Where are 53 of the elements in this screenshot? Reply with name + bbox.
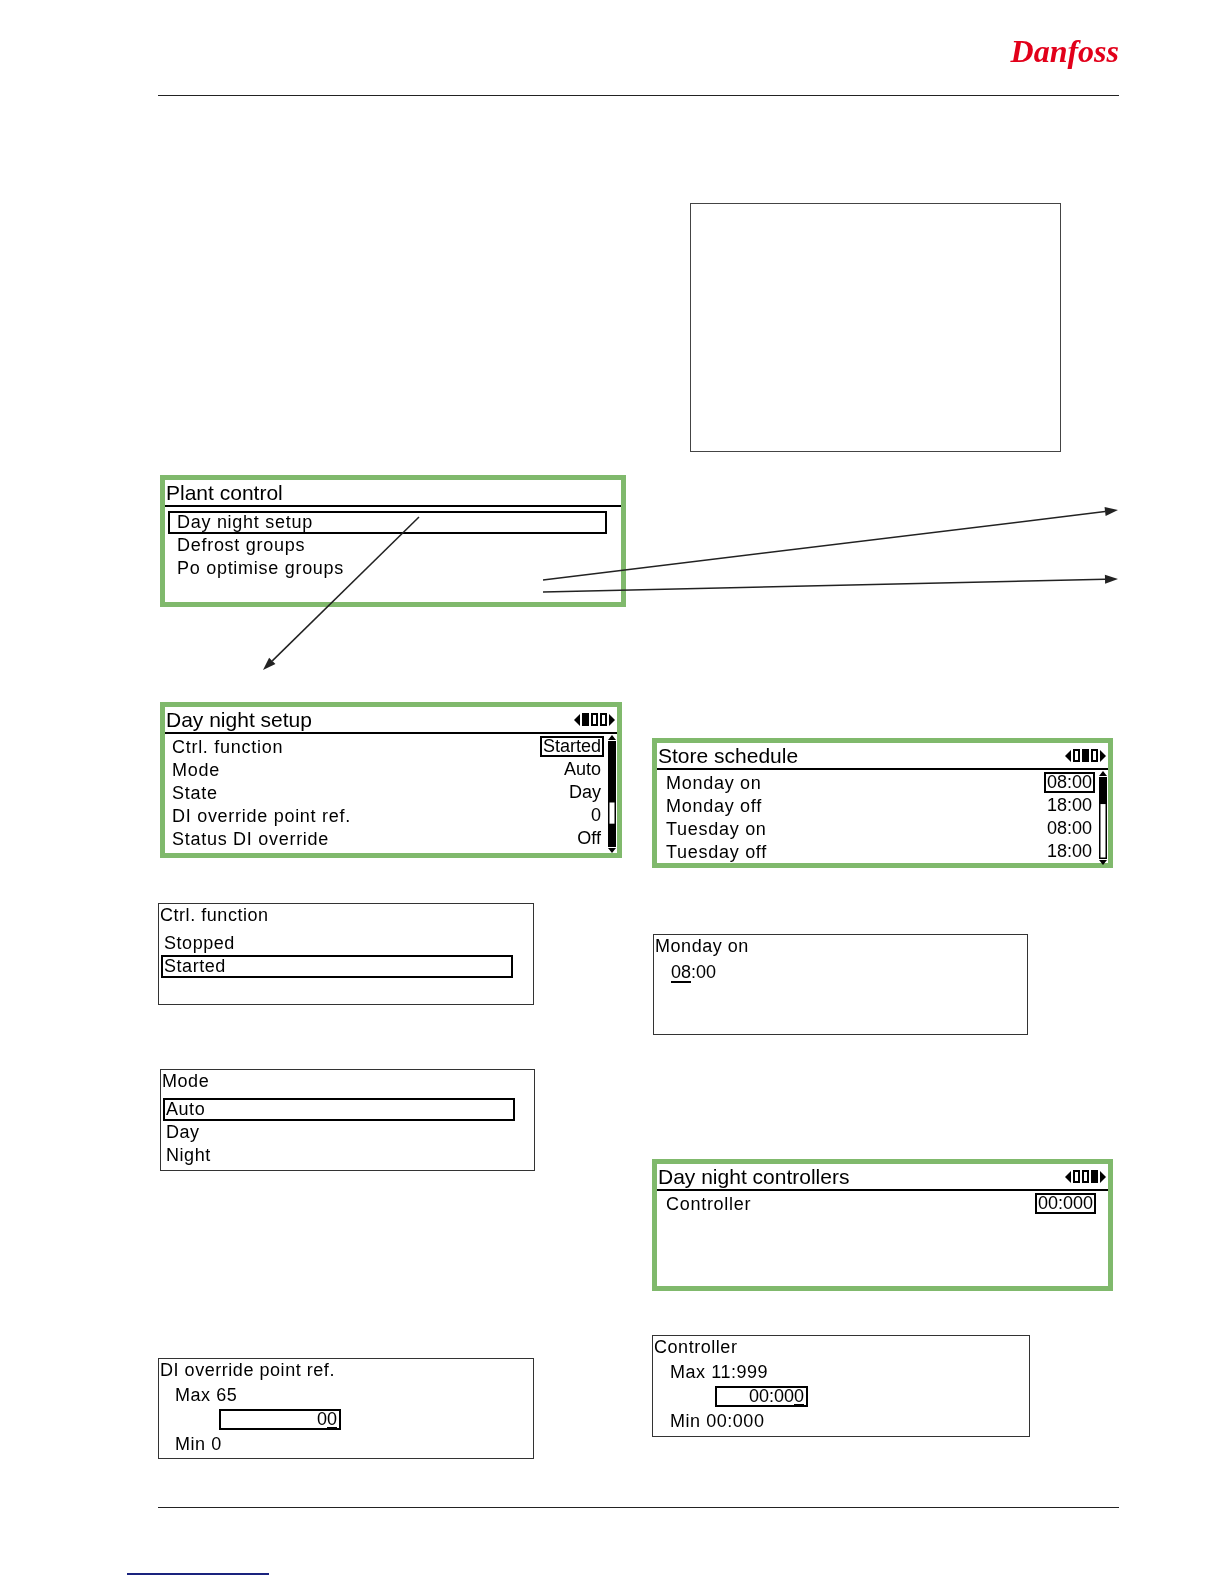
- screen-title: Plant control: [166, 480, 283, 505]
- row-label: Monday off: [666, 795, 762, 816]
- value-field[interactable]: 00: [219, 1409, 341, 1430]
- value-field[interactable]: 00:000: [715, 1386, 808, 1407]
- max-label: Max 11:999: [670, 1361, 769, 1384]
- brand-logo: Danfoss: [1010, 33, 1119, 69]
- row-value[interactable]: Started: [539, 736, 604, 757]
- row-value[interactable]: 18:00: [1043, 795, 1095, 816]
- row-label: Ctrl. function: [172, 736, 284, 757]
- max-label: Max 65: [175, 1384, 238, 1407]
- caret-left-icon: [1065, 1170, 1071, 1183]
- row-label: Status DI override: [172, 828, 330, 849]
- min-label: Min 00:000: [670, 1410, 765, 1433]
- row-value[interactable]: Day: [566, 782, 604, 803]
- caret-right-icon: [1100, 1170, 1106, 1183]
- row-value[interactable]: 08:00: [1043, 772, 1095, 793]
- dialog-title: Mode: [161, 1070, 211, 1092]
- row-label: Tuesday off: [666, 841, 767, 862]
- scrollbar[interactable]: [607, 735, 617, 853]
- row-label: Controller: [666, 1193, 752, 1214]
- menu-item[interactable]: Day night setup: [168, 511, 607, 534]
- screen-title: Store schedule: [658, 743, 799, 768]
- scrollbar[interactable]: [1098, 771, 1108, 865]
- option-item[interactable]: Night: [163, 1144, 515, 1167]
- row-label: Mode: [172, 759, 220, 780]
- row-value[interactable]: 08:00: [1043, 818, 1095, 839]
- row-value[interactable]: Off: [574, 828, 604, 849]
- row-label: DI override point ref.: [172, 805, 351, 826]
- row-value[interactable]: 18:00: [1043, 841, 1095, 862]
- dialog-title: DI override point ref.: [159, 1359, 336, 1381]
- row-label: Tuesday on: [666, 818, 767, 839]
- time-input[interactable]: 08:00: [671, 960, 717, 984]
- row-value[interactable]: 0: [588, 805, 604, 826]
- caret-left-icon: [574, 713, 580, 726]
- menu-item[interactable]: Po optimise groups: [168, 557, 607, 580]
- menu-item[interactable]: Defrost groups: [168, 534, 607, 557]
- dialog-title: Monday on: [654, 935, 750, 957]
- screen-title: Day night controllers: [658, 1164, 850, 1189]
- caret-right-icon: [609, 713, 615, 726]
- row-label: State: [172, 782, 218, 803]
- row-value[interactable]: 00:000: [1034, 1193, 1096, 1214]
- option-item[interactable]: Stopped: [161, 932, 513, 955]
- row-label: Monday on: [666, 772, 762, 793]
- option-item[interactable]: Started: [161, 955, 513, 978]
- option-item[interactable]: Day: [163, 1121, 515, 1144]
- caret-right-icon: [1100, 749, 1106, 762]
- min-label: Min 0: [175, 1433, 222, 1456]
- option-item[interactable]: Auto: [163, 1098, 515, 1121]
- caret-left-icon: [1065, 749, 1071, 762]
- dialog-title: Ctrl. function: [159, 904, 270, 926]
- row-value[interactable]: Auto: [560, 759, 604, 780]
- dialog-title: Controller: [653, 1336, 739, 1358]
- screen-title: Day night setup: [166, 707, 312, 732]
